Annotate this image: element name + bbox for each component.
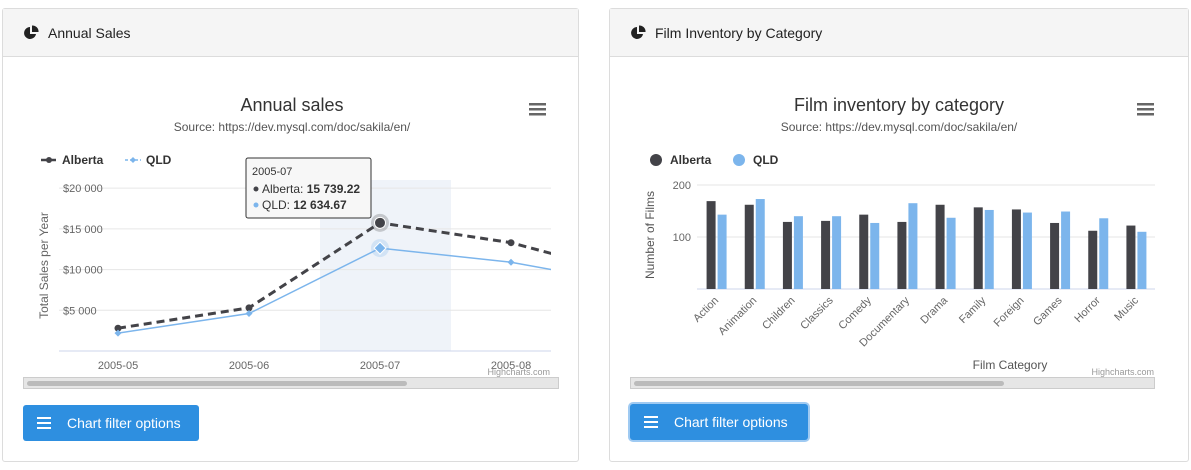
- data-point[interactable]: [374, 216, 386, 229]
- chart-context-menu-icon[interactable]: [1137, 103, 1154, 116]
- tooltip-label: Alberta:: [262, 182, 307, 196]
- pie-chart-icon: [24, 24, 39, 39]
- bar-qld-documentary[interactable]: [908, 203, 918, 289]
- annual-sales-chart[interactable]: Annual sales Source: https://dev.mysql.co…: [23, 75, 561, 377]
- chart-subtitle: Source: https://dev.mysql.com/doc/sakila…: [174, 120, 411, 134]
- annual-sales-heading: Annual Sales: [3, 9, 578, 57]
- y-tick-label: $20 000: [63, 183, 103, 195]
- y-tick-label: $10 000: [63, 265, 103, 277]
- tooltip-value: 15 739.22: [307, 182, 361, 196]
- bar-alberta-family[interactable]: [973, 207, 983, 289]
- x-tick-label: Games: [1031, 294, 1065, 328]
- x-tick-label: 2005-05: [98, 360, 138, 372]
- data-point[interactable]: [507, 239, 515, 247]
- bar-qld-family[interactable]: [984, 209, 994, 289]
- data-point[interactable]: [507, 258, 515, 266]
- chart-horizontal-scrollbar[interactable]: [630, 377, 1155, 389]
- x-tick-label: Comedy: [836, 294, 874, 332]
- bar-qld-action[interactable]: [717, 214, 727, 289]
- bar-qld-animation[interactable]: [755, 199, 765, 289]
- bar-qld-classics[interactable]: [832, 216, 842, 289]
- highcharts-credits[interactable]: Highcharts.com: [1091, 367, 1154, 377]
- chart-horizontal-scrollbar[interactable]: [23, 377, 559, 389]
- film-inventory-heading: Film Inventory by Category: [610, 9, 1188, 57]
- legend-item-alberta[interactable]: Alberta: [670, 153, 712, 167]
- tooltip: 2005-07 Alberta: 15 739.22 QLD: 12 634.67: [245, 157, 372, 219]
- film-inventory-panel: Film Inventory by Category Film inventor…: [609, 8, 1189, 462]
- panel-title: Annual Sales: [48, 24, 131, 41]
- legend-marker: [46, 157, 52, 163]
- bar-qld-children[interactable]: [793, 216, 803, 289]
- film-inventory-chart[interactable]: Film inventory by category Source: https:…: [630, 75, 1170, 377]
- x-tick-label: Foreign: [992, 295, 1027, 330]
- bar-alberta-documentary[interactable]: [897, 221, 907, 289]
- tooltip-line-alberta: Alberta: 15 739.22: [262, 182, 360, 196]
- bar-alberta-children[interactable]: [782, 221, 792, 289]
- tooltip-bullet: [253, 186, 259, 192]
- x-tick-label: Action: [691, 295, 721, 325]
- x-tick-label: 2005-07: [360, 360, 400, 372]
- y-tick-label: $15 000: [63, 224, 103, 236]
- bar-alberta-horror[interactable]: [1088, 230, 1098, 289]
- tooltip-value: 12 634.67: [293, 198, 347, 212]
- bar-qld-foreign[interactable]: [1022, 212, 1032, 289]
- bar-qld-music[interactable]: [1137, 231, 1147, 289]
- bar-qld-drama[interactable]: [946, 217, 956, 289]
- tooltip-header: 2005-07: [252, 166, 292, 178]
- chart-title: Film inventory by category: [794, 95, 1004, 115]
- bar-alberta-classics[interactable]: [821, 220, 831, 289]
- legend-item-alberta[interactable]: Alberta: [62, 153, 104, 167]
- menu-icon: [644, 416, 658, 428]
- x-tick-label: Horror: [1072, 294, 1103, 325]
- panel-title: Film Inventory by Category: [655, 24, 823, 41]
- tooltip-bullet: [253, 202, 259, 208]
- bar-qld-games[interactable]: [1061, 211, 1071, 289]
- x-tick-label: Classics: [798, 294, 836, 332]
- legend-marker: [733, 154, 745, 166]
- menu-icon: [37, 417, 51, 429]
- bar-alberta-comedy[interactable]: [859, 214, 869, 289]
- pie-chart-icon: [631, 24, 646, 39]
- bar-alberta-drama[interactable]: [935, 204, 945, 289]
- data-point[interactable]: [245, 310, 253, 318]
- annual-sales-panel: Annual Sales Annual sales Source: https:/…: [2, 8, 579, 462]
- legend-marker: [130, 157, 136, 163]
- y-tick-label: 100: [673, 232, 691, 244]
- button-label: Chart filter options: [67, 415, 181, 431]
- legend-item-qld[interactable]: QLD: [753, 153, 779, 167]
- legend-marker: [650, 154, 662, 166]
- bar-qld-horror[interactable]: [1099, 218, 1109, 289]
- x-tick-label: Drama: [918, 294, 950, 326]
- bar-qld-comedy[interactable]: [870, 222, 880, 289]
- scrollbar-thumb[interactable]: [634, 381, 1004, 386]
- legend-item-qld[interactable]: QLD: [146, 153, 172, 167]
- chart-context-menu-icon[interactable]: [529, 103, 546, 116]
- x-axis-title: Film Category: [973, 358, 1048, 372]
- scrollbar-thumb[interactable]: [27, 381, 407, 386]
- y-axis-title: Number of Films: [643, 191, 657, 279]
- y-tick-label: $5 000: [63, 305, 97, 317]
- chart-subtitle: Source: https://dev.mysql.com/doc/sakila…: [781, 120, 1018, 134]
- chart-filter-options-button[interactable]: Chart filter options: [630, 404, 808, 440]
- bar-alberta-music[interactable]: [1126, 225, 1136, 289]
- bar-alberta-action[interactable]: [706, 201, 716, 289]
- x-tick-label: Animation: [716, 295, 759, 338]
- button-label: Chart filter options: [674, 414, 788, 430]
- y-axis-title: Total Sales per Year: [37, 212, 51, 319]
- x-tick-label: 2005-06: [229, 360, 269, 372]
- bar-alberta-animation[interactable]: [744, 204, 754, 289]
- highcharts-credits[interactable]: Highcharts.com: [487, 367, 550, 377]
- bar-alberta-games[interactable]: [1050, 222, 1060, 289]
- bar-alberta-foreign[interactable]: [1011, 209, 1021, 289]
- chart-title: Annual sales: [240, 95, 343, 115]
- x-tick-label: Family: [957, 294, 989, 326]
- x-tick-label: Music: [1112, 294, 1141, 323]
- tooltip-line-qld: QLD: 12 634.67: [262, 198, 347, 212]
- x-tick-label: Children: [760, 295, 797, 332]
- chart-filter-options-button[interactable]: Chart filter options: [23, 405, 199, 441]
- tooltip-label: QLD:: [262, 198, 293, 212]
- y-tick-label: 200: [673, 180, 691, 192]
